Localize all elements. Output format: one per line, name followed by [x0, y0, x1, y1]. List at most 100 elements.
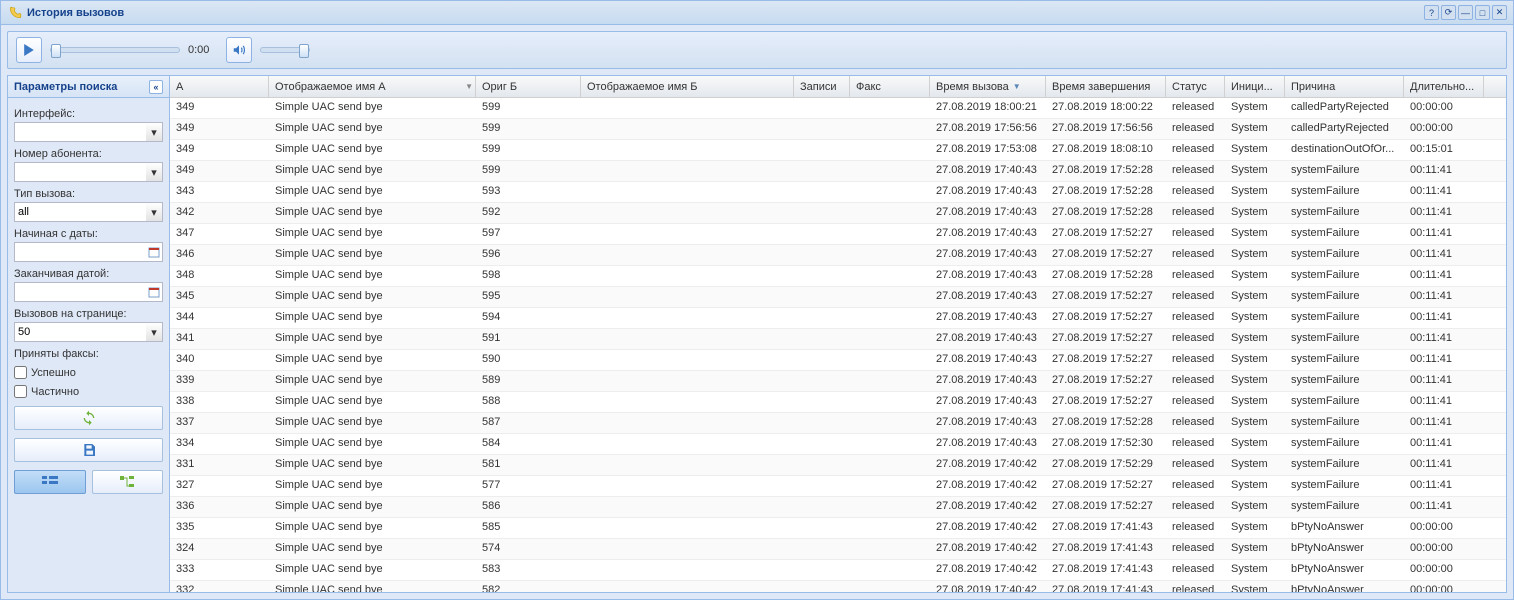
cell: bPtyNoAnswer	[1285, 539, 1404, 559]
table-row[interactable]: 346Simple UAC send bye59627.08.2019 17:4…	[170, 245, 1506, 266]
interface-dropdown-trigger[interactable]: ▾	[146, 122, 163, 142]
collapse-icon[interactable]: «	[149, 80, 163, 94]
table-row[interactable]: 331Simple UAC send bye58127.08.2019 17:4…	[170, 455, 1506, 476]
table-row[interactable]: 332Simple UAC send bye58227.08.2019 17:4…	[170, 581, 1506, 592]
cell: 00:11:41	[1404, 497, 1484, 517]
table-row[interactable]: 349Simple UAC send bye59927.08.2019 17:5…	[170, 140, 1506, 161]
calltype-input[interactable]	[14, 202, 163, 222]
cell: 27.08.2019 17:52:28	[1046, 266, 1166, 286]
cell	[794, 371, 850, 391]
subscriber-label: Номер абонента:	[14, 148, 163, 160]
cell: 599	[476, 98, 581, 118]
seek-slider[interactable]	[50, 47, 180, 53]
col-reason[interactable]: Причина	[1285, 76, 1404, 97]
cell	[581, 182, 794, 202]
search-sidebar: Параметры поиска « Интерфейс: ▾ Номер аб…	[8, 76, 170, 592]
table-row[interactable]: 348Simple UAC send bye59827.08.2019 17:4…	[170, 266, 1506, 287]
cell: 593	[476, 182, 581, 202]
grid-body[interactable]: 349Simple UAC send bye59927.08.2019 18:0…	[170, 98, 1506, 592]
table-row[interactable]: 345Simple UAC send bye59527.08.2019 17:4…	[170, 287, 1506, 308]
partial-checkbox[interactable]	[14, 385, 27, 398]
cell: System	[1225, 329, 1285, 349]
cell: 341	[170, 329, 269, 349]
table-row[interactable]: 349Simple UAC send bye59927.08.2019 18:0…	[170, 98, 1506, 119]
cell: 00:11:41	[1404, 182, 1484, 202]
chevron-down-icon[interactable]: ▼	[465, 82, 473, 91]
interface-input[interactable]	[14, 122, 163, 142]
col-end-time[interactable]: Время завершения	[1046, 76, 1166, 97]
minimize-button[interactable]: —	[1458, 5, 1473, 20]
cell	[581, 308, 794, 328]
cell: Simple UAC send bye	[269, 371, 476, 391]
table-row[interactable]: 349Simple UAC send bye59927.08.2019 17:5…	[170, 119, 1506, 140]
table-row[interactable]: 338Simple UAC send bye58827.08.2019 17:4…	[170, 392, 1506, 413]
col-initiator[interactable]: Иници...	[1225, 76, 1285, 97]
col-name-a[interactable]: Отображаемое имя А▼	[269, 76, 476, 97]
col-fax[interactable]: Факс	[850, 76, 930, 97]
col-a[interactable]: А	[170, 76, 269, 97]
perpage-input[interactable]	[14, 322, 163, 342]
table-row[interactable]: 324Simple UAC send bye57427.08.2019 17:4…	[170, 539, 1506, 560]
table-row[interactable]: 349Simple UAC send bye59927.08.2019 17:4…	[170, 161, 1506, 182]
col-status[interactable]: Статус	[1166, 76, 1225, 97]
table-row[interactable]: 334Simple UAC send bye58427.08.2019 17:4…	[170, 434, 1506, 455]
from-date-picker-trigger[interactable]	[146, 242, 163, 262]
play-button[interactable]	[16, 37, 42, 63]
col-call-time[interactable]: Время вызова▼	[930, 76, 1046, 97]
volume-slider[interactable]	[260, 47, 310, 53]
seek-thumb[interactable]	[51, 44, 61, 58]
col-orig-b[interactable]: Ориг Б	[476, 76, 581, 97]
cell: System	[1225, 308, 1285, 328]
subscriber-input[interactable]	[14, 162, 163, 182]
table-row[interactable]: 344Simple UAC send bye59427.08.2019 17:4…	[170, 308, 1506, 329]
titlebar: История вызовов ? ⟳ — □ ✕	[1, 1, 1513, 25]
refresh-button[interactable]: ⟳	[1441, 5, 1456, 20]
calltype-dropdown-trigger[interactable]: ▾	[146, 202, 163, 222]
save-button[interactable]	[14, 438, 163, 462]
view-list-button[interactable]	[14, 470, 86, 494]
table-row[interactable]: 341Simple UAC send bye59127.08.2019 17:4…	[170, 329, 1506, 350]
volume-button[interactable]	[226, 37, 252, 63]
table-row[interactable]: 333Simple UAC send bye58327.08.2019 17:4…	[170, 560, 1506, 581]
cell	[850, 140, 930, 160]
table-row[interactable]: 347Simple UAC send bye59727.08.2019 17:4…	[170, 224, 1506, 245]
table-row[interactable]: 327Simple UAC send bye57727.08.2019 17:4…	[170, 476, 1506, 497]
table-row[interactable]: 335Simple UAC send bye58527.08.2019 17:4…	[170, 518, 1506, 539]
volume-thumb[interactable]	[299, 44, 309, 58]
cell: System	[1225, 392, 1285, 412]
table-row[interactable]: 340Simple UAC send bye59027.08.2019 17:4…	[170, 350, 1506, 371]
from-date-input[interactable]	[14, 242, 163, 262]
maximize-button[interactable]: □	[1475, 5, 1490, 20]
table-row[interactable]: 339Simple UAC send bye58927.08.2019 17:4…	[170, 371, 1506, 392]
cell: released	[1166, 161, 1225, 181]
cell: 27.08.2019 17:52:27	[1046, 497, 1166, 517]
cell: 338	[170, 392, 269, 412]
refresh-search-button[interactable]	[14, 406, 163, 430]
cell: System	[1225, 266, 1285, 286]
view-tree-button[interactable]	[92, 470, 164, 494]
table-row[interactable]: 336Simple UAC send bye58627.08.2019 17:4…	[170, 497, 1506, 518]
table-row[interactable]: 342Simple UAC send bye59227.08.2019 17:4…	[170, 203, 1506, 224]
to-date-picker-trigger[interactable]	[146, 282, 163, 302]
cell: 27.08.2019 17:40:42	[930, 581, 1046, 592]
success-checkbox[interactable]	[14, 366, 27, 379]
cell: 00:11:41	[1404, 266, 1484, 286]
cell: 27.08.2019 17:40:43	[930, 224, 1046, 244]
close-button[interactable]: ✕	[1492, 5, 1507, 20]
help-button[interactable]: ?	[1424, 5, 1439, 20]
cell: 27.08.2019 17:40:43	[930, 182, 1046, 202]
col-name-b[interactable]: Отображаемое имя Б	[581, 76, 794, 97]
col-records[interactable]: Записи	[794, 76, 850, 97]
cell: systemFailure	[1285, 413, 1404, 433]
cell: bPtyNoAnswer	[1285, 581, 1404, 592]
cell: 27.08.2019 17:40:43	[930, 434, 1046, 454]
col-duration[interactable]: Длительно...	[1404, 76, 1484, 97]
to-date-input[interactable]	[14, 282, 163, 302]
cell	[581, 224, 794, 244]
perpage-dropdown-trigger[interactable]: ▾	[146, 322, 163, 342]
cell: destinationOutOfOr...	[1285, 140, 1404, 160]
table-row[interactable]: 337Simple UAC send bye58727.08.2019 17:4…	[170, 413, 1506, 434]
cell: Simple UAC send bye	[269, 161, 476, 181]
subscriber-dropdown-trigger[interactable]: ▾	[146, 162, 163, 182]
table-row[interactable]: 343Simple UAC send bye59327.08.2019 17:4…	[170, 182, 1506, 203]
